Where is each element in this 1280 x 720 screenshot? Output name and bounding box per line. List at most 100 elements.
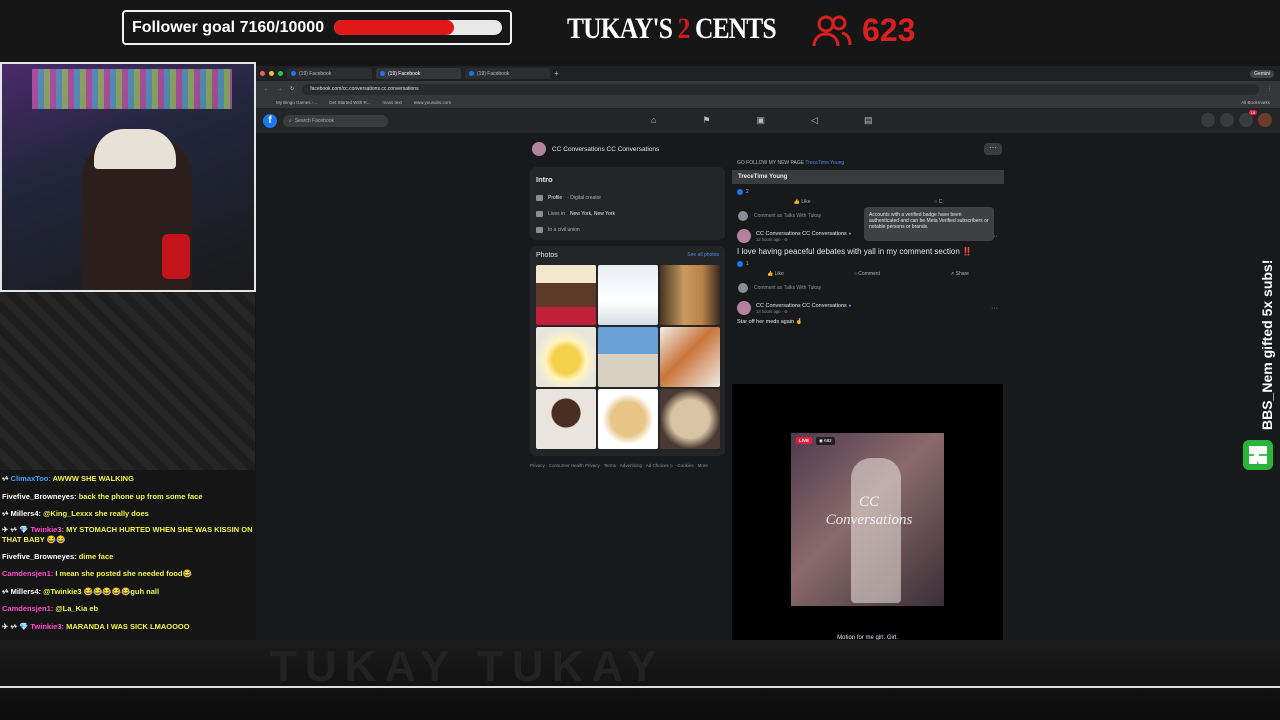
live-badge: LIVE xyxy=(796,437,813,444)
home-icon[interactable]: ⌂ xyxy=(651,115,656,126)
see-all-photos-link[interactable]: See all photos xyxy=(687,252,719,259)
close-window-dot[interactable] xyxy=(260,71,265,76)
diamond-plate-bg xyxy=(0,290,255,470)
facebook-search-input[interactable]: ⌕ Search Facebook xyxy=(283,115,388,127)
chat-message: •⁄• Millers4: @Twinkie3 😂😂😂😂😂guh nall xyxy=(2,583,254,601)
chat-username[interactable]: Camdensjen1: xyxy=(2,604,53,613)
chat-username[interactable]: ClimaxToo: xyxy=(11,474,51,483)
footer-links[interactable]: Privacy · Consumer Health Privacy · Term… xyxy=(530,463,720,469)
shared-page-preview[interactable]: TreceTime Young xyxy=(732,170,1004,184)
extensions-icon[interactable]: ⋮ xyxy=(1267,86,1272,92)
photo-8[interactable] xyxy=(598,389,658,449)
tab-title: (19) Facebook xyxy=(477,70,510,77)
chat-username[interactable]: Millers4: xyxy=(11,509,41,518)
calendar-icon[interactable]: ▤ xyxy=(864,115,873,126)
comment-composer[interactable]: Comment as Talks With Tukay xyxy=(732,281,1004,295)
back-icon[interactable]: ← xyxy=(264,86,269,92)
chat-username[interactable]: Twinkie3: xyxy=(30,622,64,631)
share-button[interactable]: ↗ Share xyxy=(950,271,969,277)
profile-avatar[interactable] xyxy=(1258,113,1272,127)
photo-5[interactable] xyxy=(598,327,658,387)
new-tab-button[interactable]: + xyxy=(554,69,559,78)
users-icon xyxy=(812,15,852,46)
page-title[interactable]: CC Conversations CC Conversations xyxy=(552,146,659,153)
post-author[interactable]: CC Conversations CC Conversations ● xyxy=(756,231,851,237)
all-bookmarks[interactable]: All Bookmarks xyxy=(1241,100,1270,105)
browser-tab-3[interactable]: (19) Facebook xyxy=(465,68,550,79)
logo-text-two: 2 xyxy=(677,12,691,45)
gemini-button[interactable]: Gemini xyxy=(1250,69,1274,78)
reload-icon[interactable]: ↻ xyxy=(290,86,294,92)
flag-icon[interactable]: ⚑ xyxy=(702,115,710,126)
video-watermark: CC Conversations xyxy=(819,493,919,529)
video-icon[interactable]: ▣ xyxy=(757,115,766,126)
commenter-avatar xyxy=(738,283,748,293)
photo-6[interactable] xyxy=(660,327,720,387)
chat-badges: •⁄• xyxy=(2,509,11,518)
grid-menu-icon[interactable] xyxy=(1201,113,1215,127)
video-frame[interactable]: LIVE ◉ 682 CC Conversations xyxy=(791,433,944,606)
bell-icon[interactable]: 19 xyxy=(1239,110,1257,127)
bookmark-1[interactable]: My Bingo Games -... xyxy=(276,100,317,105)
bookmark-3[interactable]: mass text xyxy=(383,100,402,105)
url-input[interactable]: facebook.com/cc.conversations.cc.convers… xyxy=(302,83,1259,95)
comment-button[interactable]: ○ C xyxy=(934,199,942,205)
chat-username[interactable]: Twinkie3: xyxy=(30,525,64,534)
follower-goal-bar xyxy=(334,20,503,35)
viewer-count: 623 xyxy=(862,12,916,48)
comment-button[interactable]: ○ Comment xyxy=(854,271,880,277)
forward-icon[interactable]: → xyxy=(277,86,282,92)
chat-username[interactable]: Fivefive_Browneyes: xyxy=(2,492,77,501)
photo-4[interactable] xyxy=(536,327,596,387)
home-small-icon xyxy=(536,211,543,217)
chat-message: •⁄• Millers4: @King_Lexxx she really doe… xyxy=(2,505,254,523)
browser-tab-1[interactable]: (19) Facebook xyxy=(287,68,372,79)
bookmark-4[interactable]: www.yousubs.com xyxy=(414,100,451,105)
facebook-right-nav: 19 xyxy=(1201,110,1272,127)
post-author-avatar[interactable] xyxy=(737,229,751,243)
chat-username[interactable]: Fivefive_Browneyes: xyxy=(2,552,77,561)
intro-lives-value[interactable]: New York, New York xyxy=(570,211,615,217)
bottom-watermark: TUKAY TUKAY xyxy=(270,642,665,691)
follower-goal: Follower goal 7160/10000 xyxy=(122,10,512,45)
verified-badge-icon[interactable]: ● xyxy=(848,231,851,237)
chat-message: Fivefive_Browneyes: back the phone up fr… xyxy=(2,488,254,506)
post-timestamp[interactable]: 12 hours ago · ⚙ xyxy=(756,237,851,242)
facebook-logo-icon[interactable]: f xyxy=(263,114,277,128)
search-icon: ⌕ xyxy=(289,118,292,124)
post-2-video[interactable]: LIVE ◉ 682 CC Conversations Motion for me… xyxy=(732,384,1003,641)
logo-text-post: CENTS xyxy=(689,12,777,45)
stream-root: Follower goal 7160/10000 TUKAY'S 2 CENTS… xyxy=(0,0,1280,720)
chat-username[interactable]: Millers4: xyxy=(11,587,41,596)
chat-badges: •⁄• xyxy=(2,474,11,483)
minimize-window-dot[interactable] xyxy=(269,71,274,76)
verified-badge-icon[interactable]: ● xyxy=(848,303,851,309)
chat-username[interactable]: Camdensjen1: xyxy=(2,569,53,578)
browser-tab-2[interactable]: (19) Facebook xyxy=(376,68,461,79)
like-button[interactable]: 👍 Like xyxy=(767,271,784,277)
page-avatar[interactable] xyxy=(532,142,546,156)
post-author[interactable]: CC Conversations CC Conversations ● xyxy=(756,303,851,309)
post-author-avatar[interactable] xyxy=(737,301,751,315)
share-label: Share xyxy=(955,271,969,277)
messenger-icon[interactable] xyxy=(1220,113,1234,127)
chat-text: @King_Lexxx she really does xyxy=(41,509,149,518)
reaction-count[interactable]: 1 xyxy=(746,261,749,267)
photo-9[interactable] xyxy=(660,389,720,449)
bookmark-2[interactable]: Get Started With R... xyxy=(329,100,371,105)
post-options-icon[interactable]: ··· xyxy=(991,305,998,312)
maximize-window-dot[interactable] xyxy=(278,71,283,76)
post-timestamp[interactable]: 13 hours ago · ⚙ xyxy=(756,309,851,314)
logo-text-pre: TUKAY'S xyxy=(567,12,678,45)
more-options-button[interactable]: ··· xyxy=(984,143,1002,155)
photo-7[interactable] xyxy=(536,389,596,449)
megaphone-icon[interactable]: ◁ xyxy=(811,115,818,126)
like-button[interactable]: 👍 Like xyxy=(794,199,811,205)
intro-profile-row: Profile · Digital creator xyxy=(536,190,719,206)
photo-1[interactable] xyxy=(536,265,596,325)
photo-2[interactable] xyxy=(598,265,658,325)
chat-text: MARANDA I WAS SICK LMAOOOO xyxy=(64,621,190,631)
photo-3[interactable] xyxy=(660,265,720,325)
reaction-count[interactable]: 2 xyxy=(746,189,749,195)
shared-post-link[interactable]: TreceTime Young xyxy=(805,160,844,166)
